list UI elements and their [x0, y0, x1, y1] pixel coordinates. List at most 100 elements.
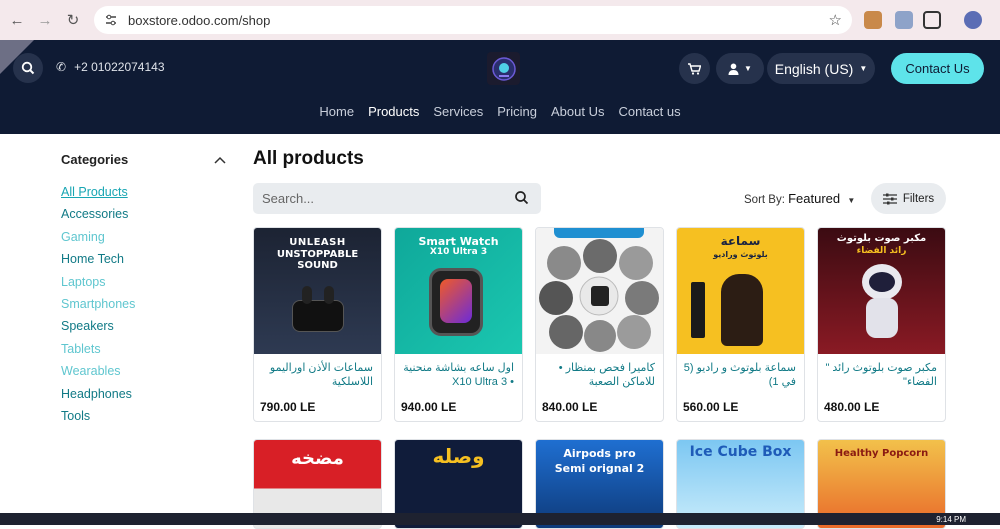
speaker-drum-graphic [721, 274, 763, 346]
product-card[interactable]: UNLEASH UNSTOPPABLE SOUND سماعات الأذن ا… [253, 227, 382, 422]
product-name[interactable]: اول ساعه بشاشة منحنية • X10 Ultra 3 [399, 361, 514, 389]
search-icon[interactable] [514, 190, 529, 205]
nav-services[interactable]: Services [433, 104, 483, 119]
filters-button[interactable]: Filters [871, 183, 946, 214]
image-caption: مكبر صوت بلوتوث [836, 233, 927, 244]
extension-icon[interactable] [864, 11, 882, 29]
inspection-camera-collage [539, 239, 659, 352]
sort-by-dropdown[interactable]: Sort By: Featured ▼ [744, 191, 855, 206]
nav-home[interactable]: Home [319, 104, 354, 119]
product-card[interactable]: سماعة بلوتوث وراديو سماعة بلوتوث و راديو… [676, 227, 805, 422]
image-caption: X10 Ultra 3 [429, 247, 488, 257]
header-search-button[interactable] [13, 53, 43, 83]
phone-icon: ✆ [56, 60, 67, 74]
categories-sidebar: Categories All Products Accessories Gami… [61, 152, 226, 427]
category-home-tech[interactable]: Home Tech [61, 248, 226, 270]
os-taskbar: 9:14 PM [0, 513, 1000, 525]
header-phone[interactable]: ✆ +2 01022074143 [56, 60, 165, 74]
language-selector[interactable]: English (US) ▼ [767, 53, 875, 84]
nav-about-us[interactable]: About Us [551, 104, 604, 119]
earbuds-case-graphic [292, 300, 344, 332]
categories-title: Categories [61, 152, 129, 167]
image-caption: Airpods pro Semi orignal 2 [554, 447, 645, 475]
site-settings-icon[interactable] [104, 12, 120, 28]
chevron-down-icon: ▼ [847, 196, 856, 205]
sliders-icon [882, 193, 897, 204]
category-all-products[interactable]: All Products [61, 181, 226, 203]
profile-avatar[interactable] [964, 11, 982, 29]
image-caption: رائد الفضاء [856, 246, 907, 256]
product-name[interactable]: سماعات الأذن اوراليمو اللاسلكية [258, 361, 373, 389]
category-smartphones[interactable]: Smartphones [61, 293, 226, 315]
product-card[interactable]: Smart Watch X10 Ultra 3 اول ساعه بشاشة م… [394, 227, 523, 422]
product-name[interactable]: كاميرا فحص بمنظار • للاماكن الصعبة [540, 361, 655, 389]
user-icon [728, 63, 739, 75]
bookmark-star-icon[interactable]: ☆ [829, 11, 842, 29]
image-caption: بلوتوث وراديو [713, 250, 768, 259]
reload-button[interactable]: ↻ [62, 9, 84, 31]
chevron-up-icon[interactable] [214, 156, 226, 164]
category-tools[interactable]: Tools [61, 405, 226, 427]
chevron-down-icon: ▼ [859, 64, 868, 73]
image-caption: UNLEASH [289, 237, 346, 248]
category-tablets[interactable]: Tablets [61, 338, 226, 360]
store-logo[interactable] [487, 52, 520, 85]
product-search-input[interactable]: Search... [253, 183, 541, 214]
search-icon [21, 61, 35, 75]
product-price: 480.00 LE [824, 400, 880, 414]
smartwatch-graphic [429, 268, 483, 336]
nav-products[interactable]: Products [368, 104, 419, 119]
back-button[interactable]: ← [6, 9, 28, 31]
product-image[interactable]: UNLEASH UNSTOPPABLE SOUND [254, 228, 381, 354]
nav-pricing[interactable]: Pricing [497, 104, 537, 119]
product-image[interactable] [536, 228, 663, 354]
product-image[interactable]: Smart Watch X10 Ultra 3 [395, 228, 522, 354]
main-navigation: Home Products Services Pricing About Us … [0, 104, 1000, 119]
language-label: English (US) [774, 60, 854, 77]
product-name[interactable]: مكبر صوت بلوتوث رائد " الفضاء" [822, 361, 937, 389]
category-wearables[interactable]: Wearables [61, 360, 226, 382]
earbud-graphic [302, 286, 312, 304]
image-caption: سماعة [720, 234, 761, 248]
phone-number: +2 01022074143 [74, 60, 165, 74]
product-card[interactable]: مكبر صوت بلوتوث رائد الفضاء مكبر صوت بلو… [817, 227, 946, 422]
chevron-down-icon: ▼ [744, 64, 752, 73]
categories-header[interactable]: Categories [61, 152, 226, 167]
product-card[interactable]: كاميرا فحص بمنظار • للاماكن الصعبة 840.0… [535, 227, 664, 422]
shield-extension-icon[interactable] [895, 11, 913, 29]
cart-icon [688, 62, 701, 75]
image-caption: UNSTOPPABLE [276, 249, 359, 260]
page-title: All products [253, 148, 364, 169]
category-accessories[interactable]: Accessories [61, 203, 226, 225]
extensions-puzzle-icon[interactable] [923, 11, 941, 29]
category-headphones[interactable]: Headphones [61, 383, 226, 405]
product-price: 840.00 LE [542, 400, 598, 414]
product-image[interactable]: مكبر صوت بلوتوث رائد الفضاء [818, 228, 945, 354]
product-name[interactable]: سماعة بلوتوث و راديو (5 في 1) [681, 361, 796, 389]
sort-label: Sort By: [744, 194, 785, 206]
forward-button[interactable]: → [34, 9, 56, 31]
image-caption: وصله [432, 444, 485, 468]
taskbar-clock[interactable]: 9:14 PM [936, 515, 966, 524]
product-price: 940.00 LE [401, 400, 457, 414]
contact-us-button[interactable]: Contact Us [891, 53, 984, 84]
product-price: 790.00 LE [260, 400, 316, 414]
category-gaming[interactable]: Gaming [61, 226, 226, 248]
astronaut-body-graphic [866, 298, 898, 338]
category-speakers[interactable]: Speakers [61, 315, 226, 337]
nav-contact-us[interactable]: Contact us [618, 104, 680, 119]
image-caption: مضخه [291, 448, 344, 469]
image-caption: Healthy Popcorn [834, 448, 929, 459]
sort-value: Featured [788, 191, 841, 206]
browser-toolbar: ← → ↻ boxstore.odoo.com/shop ☆ [0, 0, 1000, 40]
product-image[interactable]: سماعة بلوتوث وراديو [677, 228, 804, 354]
remote-graphic [691, 282, 705, 338]
account-dropdown[interactable]: ▼ [716, 53, 764, 84]
earbud-graphic [324, 286, 334, 304]
url-text: boxstore.odoo.com/shop [128, 12, 271, 28]
cart-button[interactable] [679, 53, 710, 84]
category-laptops[interactable]: Laptops [61, 271, 226, 293]
search-placeholder: Search... [262, 191, 315, 206]
image-caption: SOUND [297, 260, 338, 271]
address-bar[interactable]: boxstore.odoo.com/shop ☆ [94, 6, 852, 34]
